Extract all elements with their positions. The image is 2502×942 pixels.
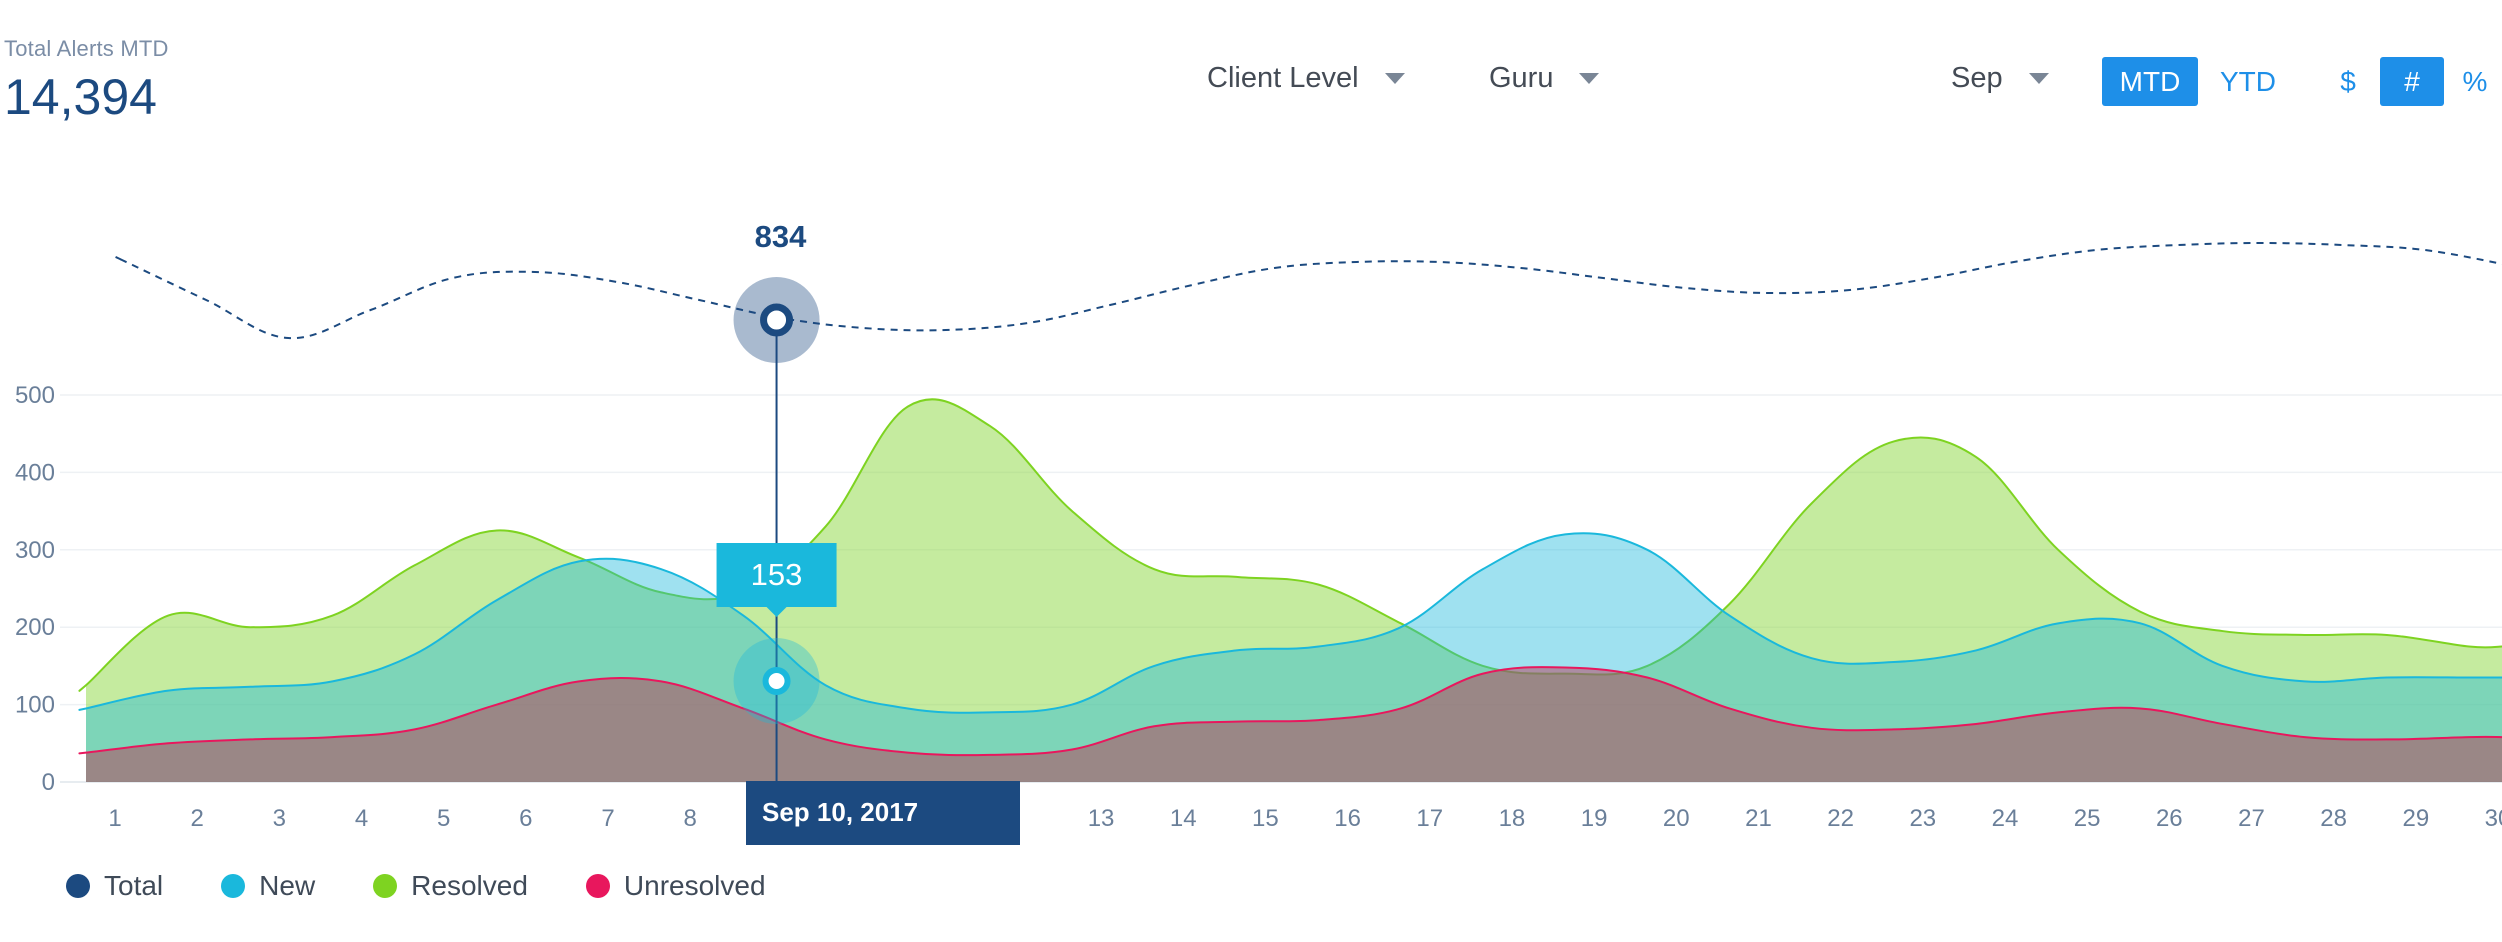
y-tick-label: 0 <box>42 769 55 796</box>
x-tick-label: 7 <box>601 805 614 832</box>
y-tick-label: 300 <box>15 537 55 564</box>
y-tick-label: 400 <box>15 459 55 486</box>
legend-dot-new <box>221 874 246 898</box>
x-tick-label: 4 <box>355 805 368 832</box>
legend-dot-unresolved <box>585 874 610 898</box>
total-trend-line <box>114 241 2502 340</box>
legend-label-unresolved: Unresolved <box>623 870 766 901</box>
legend-item-resolved[interactable]: Resolved <box>373 870 528 902</box>
x-tick-label: 25 <box>2074 805 2101 832</box>
legend-label-resolved: Resolved <box>411 870 528 901</box>
legend-label-total: Total <box>104 870 164 901</box>
legend-item-new[interactable]: New <box>221 870 315 902</box>
legend-item-unresolved[interactable]: Unresolved <box>585 870 766 902</box>
x-tick-label: 24 <box>1992 805 2019 832</box>
x-tick-label: 5 <box>437 805 450 832</box>
y-tick-label: 100 <box>15 692 55 719</box>
x-tick-label: 6 <box>519 805 532 832</box>
legend-dot-total <box>66 874 90 898</box>
x-tick-label: 15 <box>1252 805 1279 832</box>
x-tick-label: 19 <box>1581 805 1608 832</box>
total-value-label: 834 <box>755 219 807 254</box>
alerts-area-chart: 01002003004005008341531 2 3 4 5 6 7 8 13 14 15 16 17… <box>15 219 2502 845</box>
x-tick-label: 8 <box>684 805 697 832</box>
y-tick-label: 500 <box>15 382 55 409</box>
chart-legend: Total New Resolved Unresolved <box>66 870 824 902</box>
x-tick-label: 20 <box>1663 805 1690 832</box>
x-tick-label: 2 <box>190 805 203 832</box>
x-tick-label: 17 <box>1416 805 1443 832</box>
legend-item-total[interactable]: Total <box>66 870 163 902</box>
date-label: Sep 10, 2017 <box>762 797 918 827</box>
x-tick-label: 23 <box>1909 805 1936 832</box>
x-tick-label: 14 <box>1170 805 1197 832</box>
x-tick-label: 16 <box>1334 805 1361 832</box>
total-point <box>760 303 794 337</box>
legend-dot-resolved <box>373 874 398 898</box>
x-tick-label: 27 <box>2238 805 2265 832</box>
x-tick-label: 1 <box>108 805 121 832</box>
new-point <box>762 667 791 695</box>
y-tick-label: 200 <box>15 614 55 641</box>
x-tick-label: 18 <box>1499 805 1526 832</box>
legend-label-new: New <box>259 870 316 901</box>
x-tick-label: 21 <box>1745 805 1772 832</box>
new-value-label: 153 <box>751 557 803 592</box>
x-tick-label: 29 <box>2402 805 2429 832</box>
x-tick-label: 13 <box>1088 805 1115 832</box>
x-tick-label: 22 <box>1827 805 1854 832</box>
x-tick-label: 3 <box>273 805 286 832</box>
x-tick-label: 26 <box>2156 805 2183 832</box>
x-tick-label: 30 <box>2485 805 2502 832</box>
x-tick-label: 28 <box>2320 805 2347 832</box>
